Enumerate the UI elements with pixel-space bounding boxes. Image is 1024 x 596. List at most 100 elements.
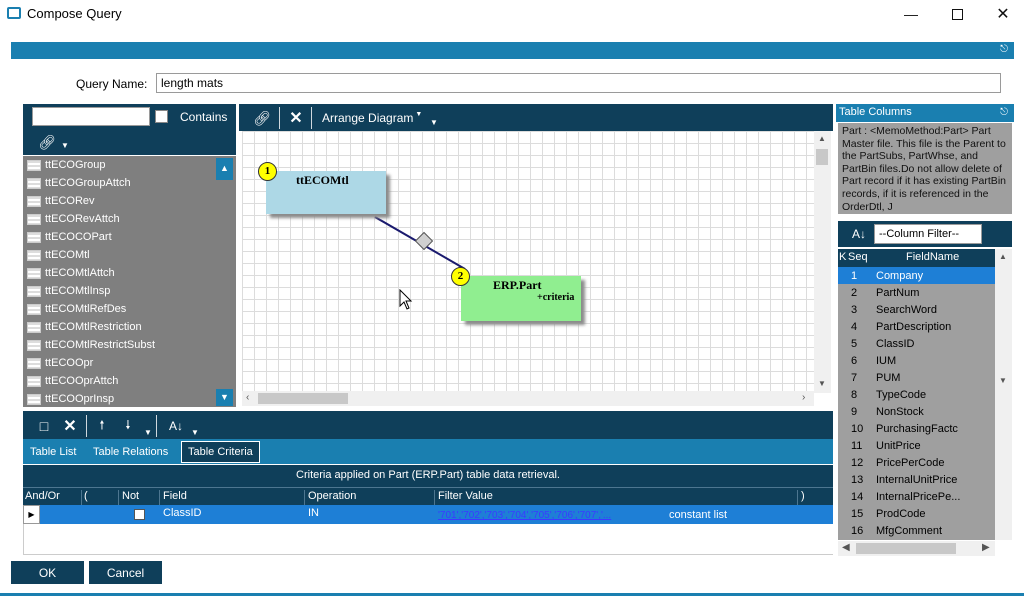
table-name: ttECOGroup — [45, 159, 106, 171]
column-row[interactable]: 16 MfgComment — [838, 522, 995, 539]
operation-cell[interactable]: IN — [308, 507, 319, 519]
header-bar: ⎋ — [11, 42, 1014, 59]
diagram-canvas[interactable]: ttECOMtl 1 ERP.Part +criteria 2 — [242, 131, 814, 393]
table-search-input[interactable] — [32, 107, 150, 126]
sort-icon[interactable]: A↓ — [848, 223, 870, 245]
table-icon — [27, 231, 41, 243]
table-list-item[interactable]: ttECOMtl — [23, 246, 233, 264]
col-not[interactable]: Not — [118, 490, 139, 506]
maximize-button[interactable] — [934, 0, 980, 28]
table-list-item[interactable]: ttECOMtlInsp — [23, 282, 233, 300]
diagram-node-erp-part[interactable]: ERP.Part +criteria — [461, 276, 581, 321]
sort-icon[interactable]: A↓ — [163, 415, 189, 437]
column-row[interactable]: 6 IUM — [838, 352, 995, 369]
table-list-item[interactable]: ttECOMtlAttch — [23, 264, 233, 282]
row-selector[interactable]: ▶ — [23, 505, 40, 524]
table-list-item[interactable]: ttECOGroupAttch — [23, 174, 233, 192]
col-andor[interactable]: And/Or — [25, 490, 60, 502]
column-row[interactable]: 5 ClassID — [838, 335, 995, 352]
column-filter-input[interactable] — [874, 224, 982, 244]
query-name-label: Query Name: — [76, 77, 148, 91]
query-name-input[interactable] — [156, 73, 1001, 93]
pin-icon[interactable]: ⎋ — [1000, 107, 1008, 118]
column-row[interactable]: 11 UnitPrice — [838, 437, 995, 454]
column-row[interactable]: 3 SearchWord — [838, 301, 995, 318]
field-cell[interactable]: ClassID — [163, 507, 202, 519]
col-field[interactable]: Field — [159, 490, 187, 506]
table-list-item[interactable]: ttECOOprAttch — [23, 372, 233, 390]
close-button[interactable]: ✕ — [980, 0, 1024, 28]
scroll-thumb[interactable] — [816, 149, 828, 165]
scroll-thumb[interactable] — [258, 393, 348, 404]
app-icon — [7, 7, 21, 19]
tab-table-relations[interactable]: Table Relations — [87, 441, 174, 463]
column-fieldname: PricePerCode — [876, 456, 945, 469]
not-checkbox[interactable] — [134, 509, 145, 520]
col-seq[interactable]: Seq — [848, 251, 868, 263]
tab-table-criteria[interactable]: Table Criteria — [181, 441, 260, 463]
table-icon — [27, 339, 41, 351]
table-icon — [27, 267, 41, 279]
chevron-down-icon[interactable]: ▼ — [61, 141, 69, 150]
table-list-item[interactable]: ttECOCOPart — [23, 228, 233, 246]
column-row[interactable]: 12 PricePerCode — [838, 454, 995, 471]
link-icon[interactable]: 🔗︎ — [33, 132, 61, 152]
arrange-diagram-button[interactable]: Arrange Diagram ▼ — [322, 111, 422, 125]
table-list-item[interactable]: ttECOMtlRestrictSubst — [23, 336, 233, 354]
cancel-button[interactable]: Cancel — [89, 561, 162, 584]
column-row[interactable]: 1 Company — [838, 267, 995, 284]
column-seq: 14 — [851, 490, 864, 503]
column-fieldname: InternalUnitPrice — [876, 473, 958, 486]
new-icon[interactable]: □ — [33, 415, 55, 437]
column-row[interactable]: 10 PurchasingFactc — [838, 420, 995, 437]
column-row[interactable]: 2 PartNum — [838, 284, 995, 301]
filter-value-link[interactable]: '701','702','703','704','705','706','707… — [438, 510, 611, 521]
table-list-item[interactable]: ttECOMtlRefDes — [23, 300, 233, 318]
column-row[interactable]: 13 InternalUnitPrice — [838, 471, 995, 488]
diagram-hscrollbar[interactable]: ‹ › — [242, 391, 814, 406]
col-key[interactable]: K — [839, 251, 846, 263]
link-tables-icon[interactable]: 🔗︎ — [249, 107, 275, 129]
diagram-vscrollbar[interactable]: ▲ ▼ — [814, 131, 831, 393]
column-row[interactable]: 9 NonStock — [838, 403, 995, 420]
diagram-node-ttecomtl[interactable]: ttECOMtl — [266, 171, 386, 214]
table-name: ttECOMtlRefDes — [45, 303, 127, 315]
column-row[interactable]: 14 InternalPricePe... — [838, 488, 995, 505]
chevron-down-icon[interactable]: ▼ — [144, 428, 152, 437]
contains-checkbox[interactable] — [155, 110, 168, 123]
table-list-item[interactable]: ttECOGroup — [23, 156, 233, 174]
table-list-item[interactable]: ttECORev — [23, 192, 233, 210]
move-down-icon[interactable]: 🠗 — [118, 415, 138, 437]
column-row[interactable]: 7 PUM — [838, 369, 995, 386]
delete-icon[interactable]: ✕ — [283, 107, 309, 129]
table-list-item[interactable]: ttECOOpr — [23, 354, 233, 372]
move-up-icon[interactable]: 🠕 — [92, 415, 112, 437]
col-fieldname[interactable]: FieldName — [906, 251, 959, 263]
tab-table-list[interactable]: Table List — [24, 441, 82, 463]
col-filter-value[interactable]: Filter Value — [434, 490, 493, 506]
column-row[interactable]: 15 ProdCode — [838, 505, 995, 522]
table-list-item[interactable]: ttECORevAttch — [23, 210, 233, 228]
columns-hscrollbar[interactable]: ◀ ▶ — [838, 541, 995, 556]
node-number-badge: 1 — [258, 162, 277, 181]
columns-vscrollbar[interactable]: ▲ ▼ — [995, 249, 1012, 540]
criteria-row[interactable]: ▶ ClassID IN '701','702','703','704','70… — [23, 505, 833, 524]
column-row[interactable]: 8 TypeCode — [838, 386, 995, 403]
scroll-up-button[interactable]: ▲ — [216, 158, 233, 180]
column-row[interactable]: 4 PartDescription — [838, 318, 995, 335]
table-list-item[interactable]: ttECOMtlRestriction — [23, 318, 233, 336]
table-description: Part : <MemoMethod:Part> Part Master fil… — [838, 123, 1012, 214]
chevron-down-icon[interactable]: ▼ — [191, 428, 199, 437]
col-close[interactable]: ) — [797, 490, 805, 506]
pin-icon[interactable]: ⎋ — [1000, 44, 1008, 55]
delete-icon[interactable]: ✕ — [59, 415, 81, 437]
col-operation[interactable]: Operation — [304, 490, 356, 506]
col-open[interactable]: ( — [81, 490, 88, 506]
ok-button[interactable]: OK — [11, 561, 84, 584]
table-list-scrollbar[interactable]: ▲ ▼ — [216, 156, 233, 407]
chevron-down-icon[interactable]: ▼ — [430, 118, 438, 127]
table-list-item[interactable]: ttECOOprInsp — [23, 390, 233, 407]
scroll-thumb[interactable] — [856, 543, 956, 554]
scroll-down-button[interactable]: ▼ — [216, 389, 233, 406]
minimize-button[interactable]: — — [888, 0, 934, 28]
